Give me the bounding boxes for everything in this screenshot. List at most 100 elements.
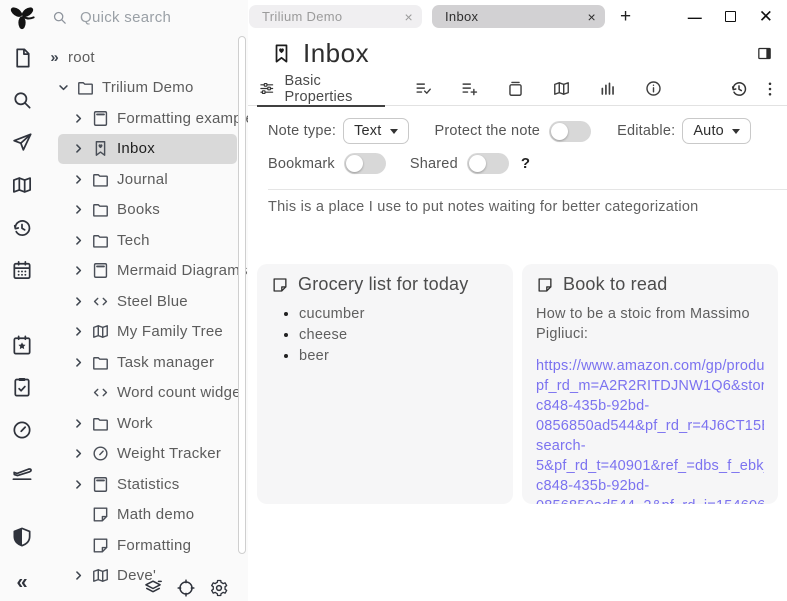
editable-label: Editable: (617, 123, 675, 139)
tab-trilium-demo[interactable]: Trilium Demo × (249, 5, 422, 28)
chevron-right-icon[interactable] (71, 477, 86, 492)
chevron-right-icon[interactable] (71, 263, 86, 278)
tree-item-journal[interactable]: Journal (44, 164, 238, 195)
recent-changes-icon[interactable] (11, 217, 34, 240)
link-line[interactable]: c848-435b-92bd- (536, 476, 764, 496)
tree-item-label: Inbox (117, 140, 155, 157)
tree-item-word-count-widget[interactable]: Word count widget (44, 378, 238, 409)
protect-note-toggle[interactable] (549, 121, 591, 142)
tab-note-info[interactable] (630, 74, 676, 104)
trilium-logo-icon[interactable] (7, 1, 37, 31)
card-header[interactable]: Grocery list for today (271, 274, 499, 295)
tab-note-paths[interactable] (492, 74, 538, 104)
tree-item-label: Work (117, 415, 153, 432)
search-icon[interactable] (11, 89, 34, 112)
card-title: Grocery list for today (298, 274, 468, 295)
chevron-right-icon[interactable] (71, 446, 86, 461)
close-button[interactable]: ✕ (759, 7, 773, 27)
tree-item-statistics[interactable]: Statistics (44, 469, 238, 500)
tree-item-trilium-demo[interactable]: Trilium Demo (44, 73, 238, 104)
chevron-down-icon[interactable] (56, 80, 71, 95)
ribbon-tab-basic-properties[interactable]: Basic Properties (257, 73, 385, 107)
editable-select[interactable]: Auto (682, 118, 751, 144)
folder-icon (91, 231, 110, 250)
note-map-icon[interactable] (11, 174, 34, 197)
tab-owned-attributes[interactable] (400, 74, 446, 104)
link-line[interactable]: 5&pf_rd_t=40901&ref_=dbs_f_ebk_rwt_s (536, 456, 764, 476)
chevron-right-icon[interactable] (71, 111, 86, 126)
tree-item-inbox[interactable]: Inbox (58, 134, 237, 165)
create-split-icon[interactable] (756, 45, 773, 62)
shared-toggle[interactable] (467, 153, 509, 174)
tree-item-mermaid-diagrams[interactable]: Mermaid Diagrams (44, 256, 238, 287)
chevron-right-icon[interactable] (71, 416, 86, 431)
settings-button[interactable] (209, 578, 229, 598)
ribbon-right-buttons (729, 79, 779, 99)
task-manager-icon[interactable] (11, 376, 34, 399)
tree-scrollbar[interactable] (238, 36, 246, 554)
tree-item-tech[interactable]: Tech (44, 225, 238, 256)
link-line[interactable]: https://www.amazon.com/gp/product/B (536, 356, 764, 376)
jump-to-note-icon[interactable] (11, 131, 34, 154)
note-description[interactable]: This is a place I use to put notes waiti… (248, 190, 787, 215)
link-line[interactable]: c848-435b-92bd- (536, 396, 764, 416)
expand-all-icon[interactable]: » (46, 50, 61, 65)
note-title[interactable]: Inbox (303, 38, 369, 69)
card-book-to-read[interactable]: Book to read How to be a stoic from Mass… (522, 264, 778, 504)
list-item: beer (299, 348, 499, 364)
tab-inherited-attributes[interactable] (446, 74, 492, 104)
link-line[interactable]: 0856850ad544_2&pf_rd_i=154606011^ (536, 496, 764, 504)
tree-item-steel-blue[interactable]: Steel Blue (44, 286, 238, 317)
protected-session-icon[interactable] (11, 526, 34, 549)
chevron-right-icon[interactable] (71, 141, 86, 156)
link-line[interactable]: pf_rd_m=A2R2RITDJNW1Q6&storeType= (536, 376, 764, 396)
tab-note-map[interactable] (538, 74, 584, 104)
tree-item-formatting[interactable]: Formatting (44, 530, 238, 561)
code-icon (91, 383, 110, 402)
more-button[interactable] (761, 80, 779, 98)
locate-button[interactable] (176, 578, 196, 598)
shared-help[interactable]: ? (521, 155, 530, 172)
tab-close-icon[interactable]: × (397, 9, 413, 25)
note-type-select[interactable]: Text (343, 118, 408, 144)
protect-note-label: Protect the note (435, 123, 541, 139)
new-tab-button[interactable]: + (620, 6, 631, 28)
tree-item-formatting-example[interactable]: Formatting example (44, 103, 238, 134)
tab-similar-notes[interactable] (584, 74, 630, 104)
tree-item-books[interactable]: Books (44, 195, 238, 226)
tree-item-label: Journal (117, 171, 168, 188)
note-revisions-button[interactable] (729, 79, 749, 99)
tree-item-my-family-tree[interactable]: My Family Tree (44, 317, 238, 348)
card-header[interactable]: Book to read (536, 274, 764, 295)
tree-item-math-demo[interactable]: Math demo (44, 500, 238, 531)
chevron-right-icon[interactable] (71, 355, 86, 370)
minimize-button[interactable]: — (688, 9, 702, 25)
new-note-icon[interactable] (11, 47, 34, 70)
chevron-right-icon[interactable] (71, 172, 86, 187)
chevron-right-icon[interactable] (71, 294, 86, 309)
amazon-link[interactable]: https://www.amazon.com/gp/product/Bpf_rd… (536, 356, 764, 504)
maximize-button[interactable] (725, 11, 736, 22)
calendar-icon[interactable] (11, 259, 34, 282)
travel-icon[interactable] (11, 461, 34, 484)
chevron-right-icon[interactable] (71, 233, 86, 248)
link-line[interactable]: search- (536, 436, 764, 456)
tree-item-task-manager[interactable]: Task manager (44, 347, 238, 378)
dashboard-icon[interactable] (11, 419, 34, 442)
chevron-right-icon[interactable] (71, 324, 86, 339)
tree-item-root[interactable]: »root (44, 42, 238, 73)
chevron-right-icon[interactable] (71, 568, 86, 583)
layers-button[interactable] (143, 578, 163, 598)
card-grocery-list[interactable]: Grocery list for today cucumbercheesebee… (257, 264, 513, 504)
tree-item-weight-tracker[interactable]: Weight Tracker (44, 439, 238, 470)
link-line[interactable]: 0856850ad544&pf_rd_r=4J6CT15BS4X8 (536, 416, 764, 436)
tab-inbox[interactable]: Inbox × (432, 5, 605, 28)
bookmarks-icon[interactable] (11, 334, 34, 357)
bookmark-toggle[interactable] (344, 153, 386, 174)
tab-close-icon[interactable]: × (580, 9, 596, 25)
tree-item-work[interactable]: Work (44, 408, 238, 439)
tree-item-label: My Family Tree (117, 323, 223, 340)
quick-search-input[interactable]: Quick search (51, 9, 171, 26)
chevron-right-icon[interactable] (71, 202, 86, 217)
collapse-pane-button[interactable]: « (11, 572, 34, 595)
